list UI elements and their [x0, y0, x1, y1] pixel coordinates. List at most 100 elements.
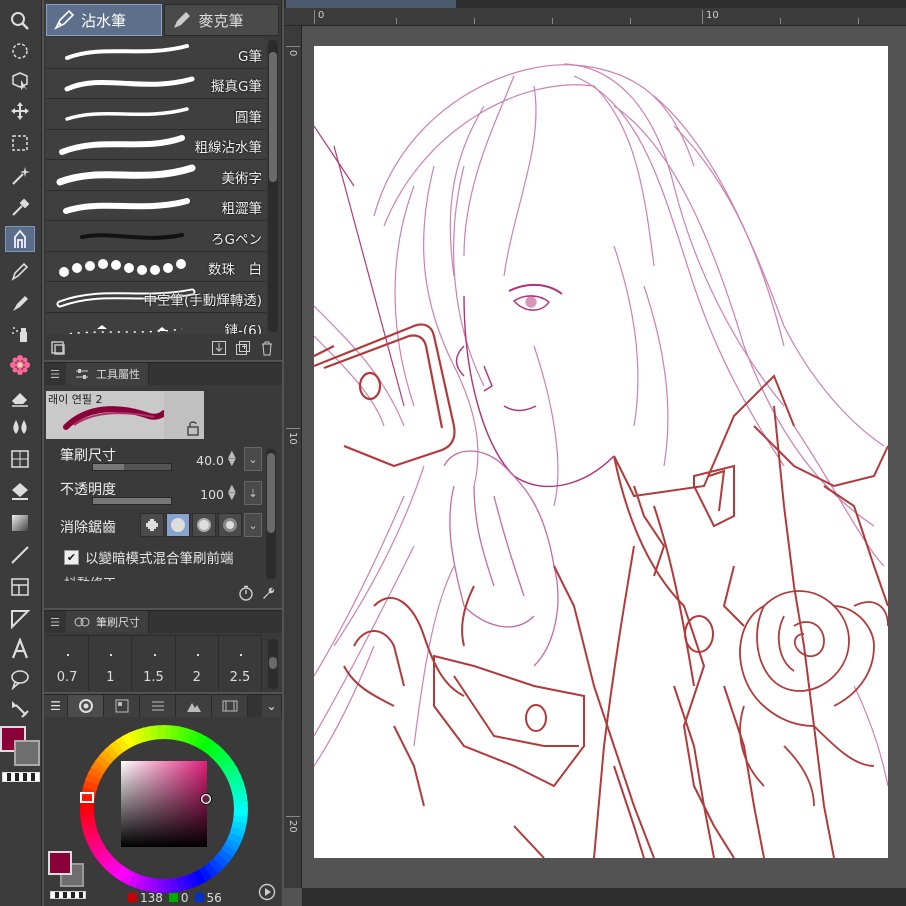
canvas-horizontal-scrollbar[interactable] — [302, 888, 906, 906]
sub-color-swatch[interactable] — [14, 740, 40, 766]
magic-wand-icon[interactable] — [5, 162, 35, 188]
text-tool-icon[interactable] — [5, 636, 35, 662]
tab-approximate-color[interactable] — [212, 695, 248, 717]
brush-label: 粗澀筆 — [221, 201, 263, 217]
opacity-slider[interactable] — [92, 497, 172, 505]
frame-tool-icon[interactable] — [5, 574, 35, 600]
brush-size-scrollbar[interactable] — [268, 639, 278, 689]
drawing-canvas[interactable] — [314, 46, 888, 858]
brush-size-value[interactable]: 40.0 — [184, 453, 224, 468]
antialias-dropdown[interactable]: ⌄ — [244, 513, 262, 537]
size-preset[interactable]: 2 — [176, 636, 219, 691]
marker-icon — [173, 12, 190, 28]
list-item[interactable]: 圓筆 — [46, 99, 266, 130]
selection-tool-icon[interactable] — [5, 130, 35, 156]
tool-property-footer — [238, 585, 276, 601]
brush-preview-stroke — [63, 406, 164, 430]
trash-icon[interactable] — [259, 340, 275, 356]
brush-list-scrollbar[interactable] — [268, 40, 278, 332]
panel-menu-icon[interactable]: ☰ — [44, 695, 68, 717]
blend-tool-icon[interactable] — [5, 414, 35, 440]
size-preset-label: 2 — [192, 670, 201, 685]
wrench-icon[interactable] — [260, 585, 276, 601]
brush-label: G筆 — [238, 48, 262, 65]
brush-size-spin[interactable]: ▲ ▼ — [228, 450, 236, 468]
correct-line-tool-icon[interactable] — [5, 696, 35, 722]
brush-size-slider[interactable] — [92, 463, 172, 471]
tab-dip-pen[interactable]: 沾水筆 — [46, 4, 162, 36]
transparent-color-icon[interactable] — [2, 772, 40, 782]
object-tool-icon[interactable] — [5, 68, 35, 94]
size-preset-label: 2.5 — [229, 670, 251, 685]
list-item[interactable]: 中空筆(手動輝轉透) — [46, 282, 266, 313]
tab-brush-size[interactable]: 筆刷尺寸 — [66, 611, 149, 633]
move-tool-icon[interactable] — [5, 98, 35, 124]
dip-pen-icon — [54, 9, 75, 30]
antialias-options — [140, 513, 242, 537]
eraser-tool-icon[interactable] — [5, 384, 35, 410]
pencil-tool-icon[interactable] — [5, 258, 35, 284]
opacity-dynamics-button[interactable]: ⇣ — [244, 481, 262, 505]
list-item[interactable]: 数珠 白 — [46, 251, 266, 282]
tool-property-scrollbar[interactable] — [266, 449, 276, 579]
list-item[interactable]: 擬真G筆 — [46, 68, 266, 99]
panel-menu-icon[interactable]: ☰ — [44, 368, 66, 381]
tab-intermediate-color[interactable] — [176, 695, 212, 717]
gradient-tool-icon[interactable] — [5, 510, 35, 536]
darken-blend-label: 以變暗模式混合筆刷前端 — [85, 551, 234, 567]
tab-tool-property[interactable]: 工具屬性 — [66, 363, 149, 385]
decoration-tool-icon[interactable] — [5, 352, 35, 378]
antialias-weak-button[interactable] — [166, 513, 190, 537]
opacity-value[interactable]: 100 — [184, 487, 224, 502]
list-item[interactable]: 粗線沾水筆 — [46, 129, 266, 160]
size-preset[interactable]: 0.7 — [46, 636, 90, 691]
brush-size-panel: ☰ 筆刷尺寸 0.7 1 1.5 2 2.5 — [44, 610, 282, 692]
vertical-ruler: 0 10 20 — [284, 26, 302, 888]
brush-stroke-preview — [63, 197, 190, 214]
panel-menu-icon[interactable]: ☰ — [44, 616, 66, 629]
tab-color-slider[interactable] — [140, 695, 176, 717]
antialias-medium-button[interactable] — [192, 513, 216, 537]
color-panel-more[interactable]: ⌄ — [262, 695, 282, 717]
zoom-tool-icon[interactable] — [5, 8, 35, 34]
list-item[interactable]: 美術字 — [46, 160, 266, 191]
import-icon[interactable] — [211, 340, 227, 356]
antialias-strong-button[interactable] — [218, 513, 242, 537]
stopwatch-icon[interactable] — [238, 585, 254, 601]
fill-tool-icon[interactable] — [5, 478, 35, 504]
sub-tool-menu-icon[interactable] — [50, 340, 66, 356]
document-tab[interactable] — [286, 0, 456, 8]
pen-tool-icon[interactable] — [5, 226, 35, 252]
list-item[interactable]: ろGペン — [46, 221, 266, 252]
preview-lock[interactable] — [164, 391, 204, 439]
balloon-tool-icon[interactable] — [5, 666, 35, 692]
figure-tool-icon[interactable] — [5, 446, 35, 472]
tab-color-wheel[interactable] — [68, 695, 104, 717]
main-color-swatch[interactable] — [48, 851, 72, 875]
size-preset[interactable]: 2.5 — [219, 636, 263, 691]
size-preset[interactable]: 1 — [89, 636, 133, 691]
tab-color-set[interactable] — [104, 695, 140, 717]
play-icon[interactable] — [258, 883, 276, 901]
brush-tool-icon[interactable] — [5, 290, 35, 316]
color-wheel[interactable] — [74, 719, 254, 899]
duplicate-icon[interactable] — [235, 340, 251, 356]
ruler-tool-icon[interactable] — [5, 606, 35, 632]
rotate-tool-icon[interactable] — [5, 38, 35, 64]
list-item[interactable]: 鏈-(6) — [46, 312, 266, 334]
list-item[interactable]: 粗澀筆 — [46, 190, 266, 221]
opacity-spin[interactable]: ▲ ▼ — [228, 484, 236, 502]
opacity-label: 不透明度 — [60, 482, 116, 498]
list-item[interactable]: G筆 — [46, 38, 266, 69]
eyedropper-icon[interactable] — [5, 194, 35, 220]
line-tool-icon[interactable] — [5, 542, 35, 568]
brush-label: 鏈-(6) — [224, 323, 263, 334]
transparent-color-icon[interactable] — [50, 891, 86, 899]
size-preset[interactable]: 1.5 — [132, 636, 176, 691]
ruler-label: 0 — [287, 50, 298, 57]
airbrush-tool-icon[interactable] — [5, 320, 35, 346]
antialias-none-button[interactable] — [140, 513, 164, 537]
tab-marker[interactable]: 麥克筆 — [163, 4, 279, 36]
brush-size-dynamics-button[interactable]: ⌄ — [244, 447, 262, 471]
darken-blend-checkbox[interactable]: ✔ 以變暗模式混合筆刷前端 — [64, 547, 234, 567]
